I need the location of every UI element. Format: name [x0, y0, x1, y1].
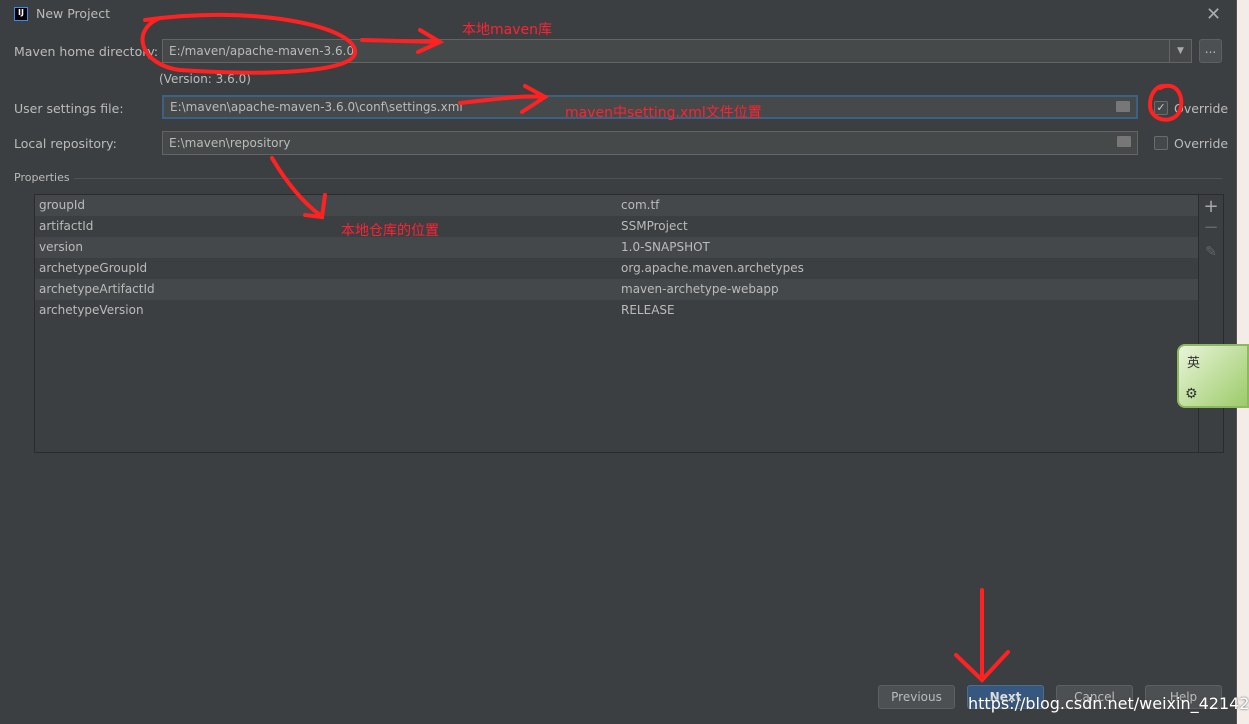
annotation-arrow — [270, 156, 327, 220]
annotation-arrow — [458, 84, 549, 114]
annotation-circle — [1147, 83, 1184, 122]
annotation-ellipse — [140, 12, 358, 75]
annotation-maven-home: 本地maven库 — [462, 22, 552, 38]
annotation-arrow — [360, 28, 445, 54]
annotation-settings: maven中setting.xml文件位置 — [565, 105, 762, 121]
annotation-repo: 本地仓库的位置 — [341, 223, 439, 239]
watermark: https://blog.csdn.net/weixin_42142899 — [968, 694, 1249, 713]
annotation-arrow — [954, 588, 1010, 683]
